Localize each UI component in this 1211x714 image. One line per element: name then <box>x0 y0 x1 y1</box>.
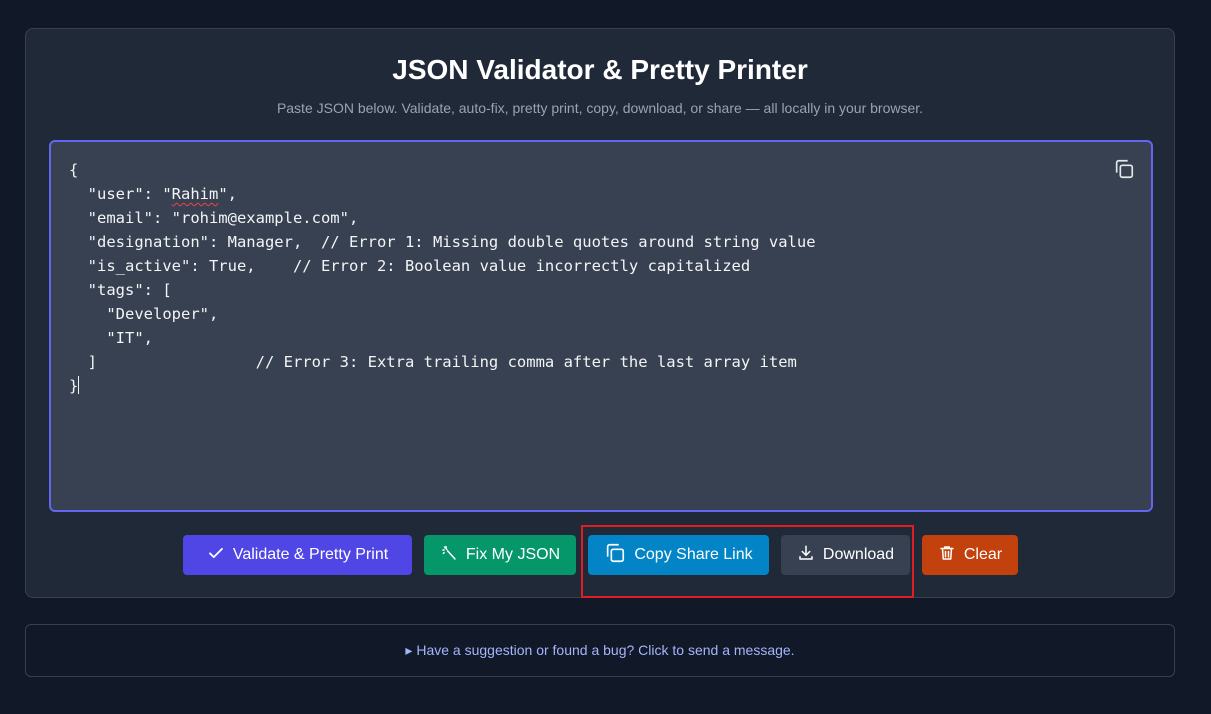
editor-line-5: "is_active": True, // Error 2: Boolean v… <box>69 257 751 275</box>
spellcheck-word: Rahim <box>171 185 219 203</box>
page-title: JSON Validator & Pretty Printer <box>392 54 808 85</box>
validate-pretty-print-button[interactable]: Validate & Pretty Print <box>183 535 412 575</box>
validate-button-label: Validate & Pretty Print <box>232 546 389 563</box>
validator-card: JSON Validator & Pretty Printer Paste JS… <box>25 28 1175 598</box>
editor-copy-icon[interactable] <box>1113 158 1135 180</box>
download-button-label: Download <box>822 546 895 563</box>
wand-icon <box>440 544 458 567</box>
text-caret <box>78 376 80 394</box>
copy-share-link-button[interactable]: Copy Share Link <box>588 535 769 575</box>
editor-line-4: "designation": Manager, // Error 1: Miss… <box>69 233 816 251</box>
clear-button[interactable]: Clear <box>922 535 1018 575</box>
editor-line-2-end: ", <box>218 185 237 203</box>
copy-icon <box>604 542 626 569</box>
download-icon <box>797 544 815 567</box>
clear-button-label: Clear <box>963 546 1003 563</box>
feedback-bar: ▸ Have a suggestion or found a bug? Clic… <box>25 624 1175 677</box>
editor-line-1: { <box>69 161 79 179</box>
editor-line-7: "Developer", <box>69 305 219 323</box>
download-button[interactable]: Download <box>781 535 910 575</box>
check-icon <box>207 544 225 567</box>
editor-line-8: "IT", <box>69 329 153 347</box>
editor-line-2-start: "user": " <box>69 185 172 203</box>
trash-icon <box>938 544 956 567</box>
page-subtitle: Paste JSON below. Validate, auto-fix, pr… <box>276 100 924 116</box>
editor-line-6: "tags": [ <box>69 281 172 299</box>
fix-button-label: Fix My JSON <box>465 546 561 563</box>
json-editor[interactable]: { "user": "Rahim", "email": "rohim@examp… <box>51 142 1151 510</box>
editor-line-3: "email": "rohim@example.com", <box>69 209 359 227</box>
feedback-link[interactable]: ▸ Have a suggestion or found a bug? Clic… <box>405 642 794 659</box>
fix-json-button[interactable]: Fix My JSON <box>424 535 576 575</box>
editor-line-9: ] // Error 3: Extra trailing comma after… <box>69 353 797 371</box>
share-button-label: Copy Share Link <box>634 546 753 563</box>
action-bar: Validate & Pretty Print Fix My JSON Copy… <box>26 525 1174 598</box>
json-editor-container: { "user": "Rahim", "email": "rohim@examp… <box>49 140 1153 512</box>
editor-line-10: } <box>69 377 79 395</box>
